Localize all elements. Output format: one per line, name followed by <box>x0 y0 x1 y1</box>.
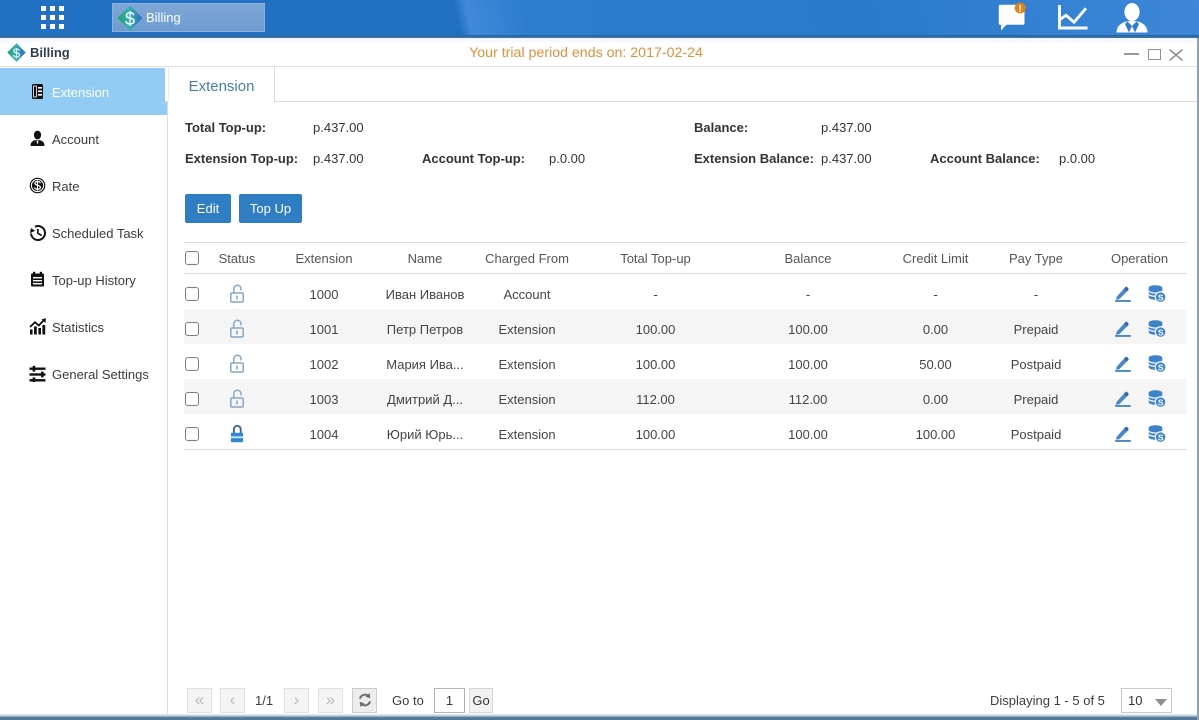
svg-text:S: S <box>1158 292 1164 302</box>
svg-text:S: S <box>1158 362 1164 372</box>
svg-text:!: ! <box>1019 4 1022 15</box>
svg-text:S: S <box>1158 397 1164 407</box>
svg-text:$: $ <box>125 8 135 28</box>
svg-text:S: S <box>1158 327 1164 337</box>
svg-text:S: S <box>1158 432 1164 442</box>
